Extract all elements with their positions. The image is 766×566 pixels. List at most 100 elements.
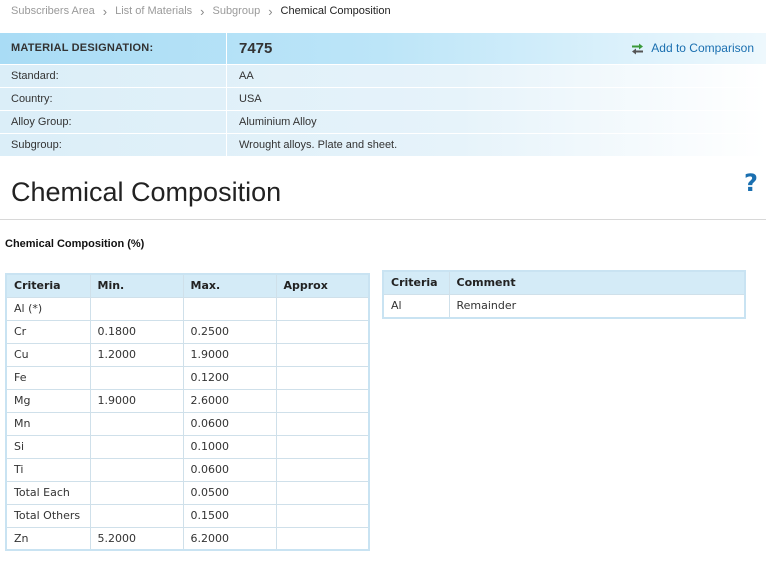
column-header-criteria: Criteria xyxy=(382,270,450,295)
table-cell xyxy=(89,457,184,482)
info-label: Country: xyxy=(0,88,227,110)
table-cell xyxy=(275,434,370,459)
table-cell: Total Each xyxy=(5,480,91,505)
table-cell xyxy=(275,457,370,482)
table-row: Cu 1.2000 1.9000 xyxy=(5,342,370,367)
table-cell: Mg xyxy=(5,388,91,413)
material-info: MATERIAL DESIGNATION: 7475 Add to Compar… xyxy=(0,33,766,157)
table-cell xyxy=(275,342,370,367)
table-cell xyxy=(275,480,370,505)
comment-table: Criteria Comment Al Remainder xyxy=(382,270,746,319)
table-header-row: Criteria Comment xyxy=(382,270,746,295)
info-value: AA xyxy=(239,70,254,82)
table-cell xyxy=(275,296,370,321)
table-cell: Zn xyxy=(5,526,91,551)
section-heading: Chemical Composition (%) xyxy=(5,238,145,250)
table-cell: Al (*) xyxy=(5,296,91,321)
info-label: Subgroup: xyxy=(0,134,227,156)
table-cell: Si xyxy=(5,434,91,459)
table-row: Al Remainder xyxy=(382,293,746,319)
table-cell xyxy=(275,319,370,344)
chevron-right-icon: › xyxy=(200,3,205,19)
table-cell: Remainder xyxy=(448,293,746,319)
table-row: Mg 1.9000 2.6000 xyxy=(5,388,370,413)
chevron-right-icon: › xyxy=(102,3,108,19)
add-to-comparison-link[interactable]: Add to Comparison xyxy=(631,33,754,64)
table-cell: Cr xyxy=(5,319,91,344)
column-header-max: Max. xyxy=(182,273,277,298)
table-cell: 0.0600 xyxy=(182,411,277,436)
table-cell: 5.2000 xyxy=(89,526,184,551)
table-cell: 0.0600 xyxy=(182,457,277,482)
table-cell: 0.2500 xyxy=(182,319,277,344)
swap-arrows-icon xyxy=(632,43,644,54)
question-mark-icon[interactable]: ? xyxy=(744,170,758,196)
column-header-criteria: Criteria xyxy=(5,273,91,298)
title-divider xyxy=(0,219,766,220)
material-designation-value: 7475 Add to Comparison xyxy=(227,33,766,64)
table-row: Ti 0.0600 xyxy=(5,457,370,482)
table-row: Mn 0.0600 xyxy=(5,411,370,436)
info-label: Standard: xyxy=(0,65,227,87)
info-value: Wrought alloys. Plate and sheet. xyxy=(239,139,398,151)
table-cell: 0.0500 xyxy=(182,480,277,505)
chevron-right-icon: › xyxy=(268,3,273,19)
column-header-approx: Approx xyxy=(275,273,370,298)
breadcrumb: Subscribers Area › List of Materials › S… xyxy=(11,3,391,19)
table-cell xyxy=(275,365,370,390)
table-cell xyxy=(89,411,184,436)
add-to-comparison-label: Add to Comparison xyxy=(651,41,754,55)
table-cell: Ti xyxy=(5,457,91,482)
table-cell xyxy=(182,296,277,321)
material-designation-row: MATERIAL DESIGNATION: 7475 Add to Compar… xyxy=(0,33,766,64)
table-cell: 0.1500 xyxy=(182,503,277,528)
table-cell: 0.1200 xyxy=(182,365,277,390)
table-cell: Fe xyxy=(5,365,91,390)
info-row-subgroup: Subgroup: Wrought alloys. Plate and shee… xyxy=(0,134,766,156)
info-row-country: Country: USA xyxy=(0,88,766,110)
table-cell xyxy=(89,480,184,505)
breadcrumb-subscribers-area[interactable]: Subscribers Area xyxy=(11,5,95,17)
table-cell: 0.1000 xyxy=(182,434,277,459)
table-cell xyxy=(89,365,184,390)
column-header-min: Min. xyxy=(89,273,184,298)
breadcrumb-list-of-materials[interactable]: List of Materials xyxy=(115,5,192,17)
column-header-comment: Comment xyxy=(448,270,746,295)
table-cell: 1.9000 xyxy=(182,342,277,367)
info-label: Alloy Group: xyxy=(0,111,227,133)
table-row: Total Each 0.0500 xyxy=(5,480,370,505)
table-row: Zn 5.2000 6.2000 xyxy=(5,526,370,551)
table-row: Al (*) xyxy=(5,296,370,321)
table-cell xyxy=(89,434,184,459)
info-row-standard: Standard: AA xyxy=(0,65,766,87)
table-row: Fe 0.1200 xyxy=(5,365,370,390)
table-cell: 1.2000 xyxy=(89,342,184,367)
material-designation-number: 7475 xyxy=(239,40,273,57)
table-cell xyxy=(275,503,370,528)
material-designation-label: MATERIAL DESIGNATION: xyxy=(0,33,227,64)
table-cell: Mn xyxy=(5,411,91,436)
table-cell: Cu xyxy=(5,342,91,367)
table-cell xyxy=(89,503,184,528)
info-value: USA xyxy=(239,93,262,105)
breadcrumb-current: Chemical Composition xyxy=(280,5,391,17)
table-row: Cr 0.1800 0.2500 xyxy=(5,319,370,344)
table-row: Si 0.1000 xyxy=(5,434,370,459)
table-cell xyxy=(89,296,184,321)
info-row-alloy-group: Alloy Group: Aluminium Alloy xyxy=(0,111,766,133)
table-cell xyxy=(275,388,370,413)
table-cell xyxy=(275,411,370,436)
breadcrumb-subgroup[interactable]: Subgroup xyxy=(212,5,260,17)
table-cell: Al xyxy=(382,293,450,319)
table-row: Total Others 0.1500 xyxy=(5,503,370,528)
table-header-row: Criteria Min. Max. Approx xyxy=(5,273,370,298)
table-cell: 0.1800 xyxy=(89,319,184,344)
info-value: Aluminium Alloy xyxy=(239,116,317,128)
table-cell: 6.2000 xyxy=(182,526,277,551)
table-cell: 2.6000 xyxy=(182,388,277,413)
table-cell: Total Others xyxy=(5,503,91,528)
composition-table: Criteria Min. Max. Approx Al (*) Cr 0.1800… xyxy=(5,273,370,551)
page-title: Chemical Composition xyxy=(11,177,282,207)
table-cell: 1.9000 xyxy=(89,388,184,413)
table-cell xyxy=(275,526,370,551)
